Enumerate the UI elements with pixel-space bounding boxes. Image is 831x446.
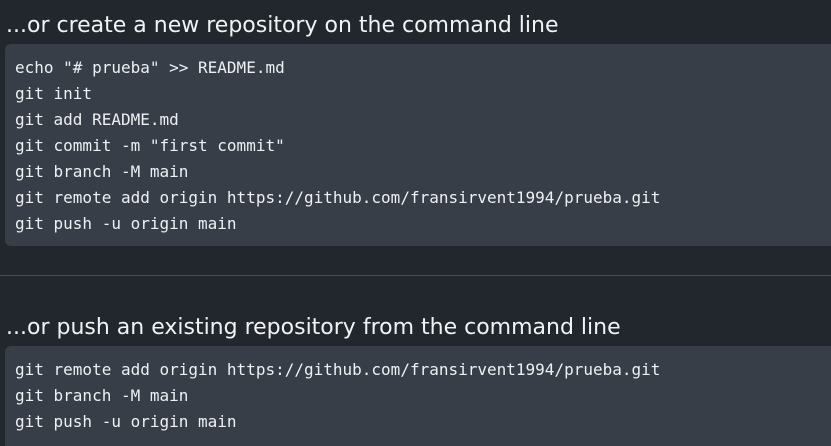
code-line[interactable]: echo "# prueba" >> README.md bbox=[15, 55, 831, 81]
code-line[interactable]: git push -u origin main bbox=[15, 211, 831, 237]
code-line[interactable]: git branch -M main bbox=[15, 159, 831, 185]
code-line[interactable]: git remote add origin https://github.com… bbox=[15, 185, 831, 211]
push-repo-heading: ...or push an existing repository from t… bbox=[6, 315, 621, 340]
code-line[interactable]: git branch -M main bbox=[15, 383, 831, 409]
code-line[interactable]: git commit -m "first commit" bbox=[15, 133, 831, 159]
create-repo-code-block[interactable]: echo "# prueba" >> README.md git init gi… bbox=[5, 44, 831, 246]
code-line[interactable]: git push -u origin main bbox=[15, 409, 831, 435]
push-repo-code-block[interactable]: git remote add origin https://github.com… bbox=[5, 346, 831, 446]
code-line[interactable]: git init bbox=[15, 81, 831, 107]
create-repo-heading: ...or create a new repository on the com… bbox=[6, 13, 559, 38]
code-line[interactable]: git add README.md bbox=[15, 107, 831, 133]
section-divider bbox=[0, 275, 831, 276]
code-line[interactable]: git remote add origin https://github.com… bbox=[15, 357, 831, 383]
